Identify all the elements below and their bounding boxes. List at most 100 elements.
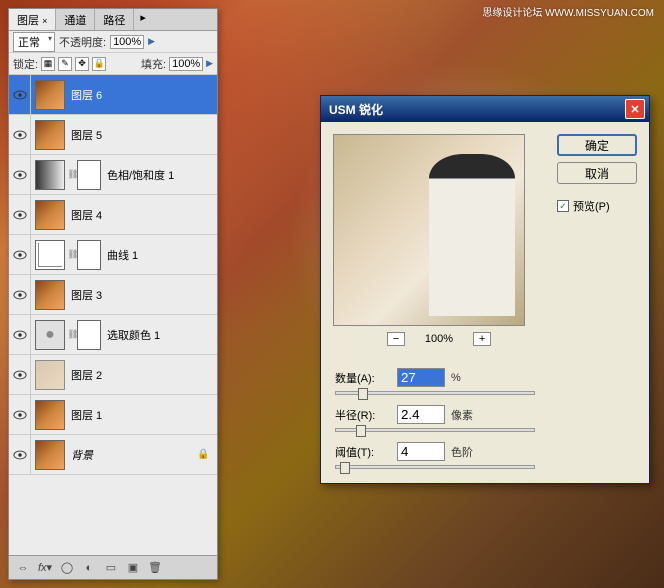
- layers-panel: 图层 × 通道 路径 ▸ 正常 不透明度: 100% ▶ 锁定: ▦ ✎ ✥ 🔒…: [8, 8, 218, 580]
- adjustment-layer-icon[interactable]: ◐: [81, 560, 97, 576]
- layer-thumbnail[interactable]: [35, 240, 65, 270]
- preview-image[interactable]: [333, 134, 525, 326]
- add-mask-icon[interactable]: ◯: [59, 560, 75, 576]
- layer-thumbnail[interactable]: [35, 160, 65, 190]
- new-group-icon[interactable]: ▭: [103, 560, 119, 576]
- link-layers-icon[interactable]: ⇔: [15, 560, 31, 576]
- visibility-toggle[interactable]: [9, 395, 31, 434]
- panel-tabs: 图层 × 通道 路径 ▸: [9, 9, 217, 31]
- layer-style-icon[interactable]: fx▾: [37, 560, 53, 576]
- opacity-input[interactable]: 100%: [110, 35, 144, 49]
- threshold-slider[interactable]: [335, 465, 535, 469]
- eye-icon: [13, 130, 27, 140]
- layer-thumbnail[interactable]: [35, 440, 65, 470]
- ok-button[interactable]: 确定: [557, 134, 637, 156]
- layer-name[interactable]: 图层 4: [69, 207, 217, 223]
- radius-slider[interactable]: [335, 428, 535, 432]
- layer-thumbnail[interactable]: [35, 400, 65, 430]
- visibility-toggle[interactable]: [9, 235, 31, 274]
- layer-name[interactable]: 曲线 1: [105, 247, 217, 263]
- opacity-flyout-icon[interactable]: ▶: [148, 36, 155, 47]
- lock-all-icon[interactable]: 🔒: [92, 57, 106, 71]
- visibility-toggle[interactable]: [9, 275, 31, 314]
- zoom-in-button[interactable]: +: [473, 332, 491, 346]
- layer-name[interactable]: 色相/饱和度 1: [105, 167, 217, 183]
- layer-row[interactable]: 图层 1: [9, 395, 217, 435]
- lock-transparency-icon[interactable]: ▦: [41, 57, 55, 71]
- mask-thumbnail[interactable]: [77, 320, 101, 350]
- cancel-button[interactable]: 取消: [557, 162, 637, 184]
- eye-icon: [13, 90, 27, 100]
- amount-label: 数量(A):: [335, 370, 391, 386]
- eye-icon: [13, 290, 27, 300]
- layer-row[interactable]: 图层 3: [9, 275, 217, 315]
- layer-row[interactable]: 图层 5: [9, 115, 217, 155]
- amount-slider[interactable]: [335, 391, 535, 395]
- blend-mode-dropdown[interactable]: 正常: [13, 32, 55, 52]
- watermark-text: 思缘设计论坛 WWW.MISSYUAN.COM: [482, 4, 654, 19]
- layer-thumbnail[interactable]: [35, 80, 65, 110]
- visibility-toggle[interactable]: [9, 315, 31, 354]
- visibility-toggle[interactable]: [9, 115, 31, 154]
- new-layer-icon[interactable]: ▣: [125, 560, 141, 576]
- panel-menu-icon[interactable]: ▸: [136, 9, 150, 30]
- tab-channels[interactable]: 通道: [56, 9, 95, 30]
- mask-link-icon[interactable]: ⛓: [69, 329, 77, 341]
- amount-input[interactable]: [397, 368, 445, 387]
- layer-name[interactable]: 图层 1: [69, 407, 217, 423]
- layer-row[interactable]: ⛓ 色相/饱和度 1: [9, 155, 217, 195]
- layer-row[interactable]: ⛓ 选取颜色 1: [9, 315, 217, 355]
- preview-label: 预览(P): [573, 198, 610, 214]
- eye-icon: [13, 370, 27, 380]
- layer-thumbnail[interactable]: [35, 120, 65, 150]
- fill-flyout-icon[interactable]: ▶: [206, 58, 213, 69]
- mask-thumbnail[interactable]: [77, 160, 101, 190]
- tab-layers[interactable]: 图层 ×: [9, 9, 56, 30]
- layer-name[interactable]: 图层 6: [69, 87, 217, 103]
- layer-name[interactable]: 选取颜色 1: [105, 327, 217, 343]
- radius-input[interactable]: [397, 405, 445, 424]
- layer-name[interactable]: 背景: [69, 447, 197, 463]
- visibility-toggle[interactable]: [9, 435, 31, 474]
- eye-icon: [13, 250, 27, 260]
- threshold-input[interactable]: [397, 442, 445, 461]
- delete-layer-icon[interactable]: 🗑: [147, 560, 163, 576]
- tab-paths[interactable]: 路径: [95, 9, 134, 30]
- close-icon[interactable]: ✕: [625, 99, 645, 119]
- lock-pixels-icon[interactable]: ✎: [58, 57, 72, 71]
- layer-name[interactable]: 图层 5: [69, 127, 217, 143]
- visibility-toggle[interactable]: [9, 155, 31, 194]
- layer-thumbnail[interactable]: [35, 320, 65, 350]
- layer-row[interactable]: 图层 2: [9, 355, 217, 395]
- preview-checkbox[interactable]: ✓: [557, 200, 569, 212]
- layer-row[interactable]: 图层 4: [9, 195, 217, 235]
- layer-thumbnail[interactable]: [35, 280, 65, 310]
- visibility-toggle[interactable]: [9, 75, 31, 114]
- blend-opacity-row: 正常 不透明度: 100% ▶: [9, 31, 217, 53]
- threshold-label: 阈值(T):: [335, 444, 391, 460]
- layer-name[interactable]: 图层 2: [69, 367, 217, 383]
- fill-label: 填充:: [141, 56, 166, 72]
- layer-row[interactable]: ⛓ 曲线 1: [9, 235, 217, 275]
- eye-icon: [13, 450, 27, 460]
- visibility-toggle[interactable]: [9, 355, 31, 394]
- layer-row[interactable]: 图层 6: [9, 75, 217, 115]
- dialog-titlebar[interactable]: USM 锐化 ✕: [321, 96, 649, 122]
- layer-list: 图层 6 图层 5 ⛓ 色相/饱和度 1 图层 4 ⛓ 曲线 1 图层 3 ⛓ 选取颜色 1 图层 …: [9, 75, 217, 553]
- lock-icon: 🔒: [197, 449, 211, 460]
- zoom-out-button[interactable]: −: [387, 332, 405, 346]
- dialog-title-text: USM 锐化: [329, 101, 383, 118]
- layer-thumbnail[interactable]: [35, 360, 65, 390]
- mask-thumbnail[interactable]: [77, 240, 101, 270]
- visibility-toggle[interactable]: [9, 195, 31, 234]
- panel-bottom-bar: ⇔ fx▾ ◯ ◐ ▭ ▣ 🗑: [9, 555, 217, 579]
- mask-link-icon[interactable]: ⛓: [69, 249, 77, 261]
- lock-label: 锁定:: [13, 56, 38, 72]
- layer-thumbnail[interactable]: [35, 200, 65, 230]
- mask-link-icon[interactable]: ⛓: [69, 169, 77, 181]
- layer-name[interactable]: 图层 3: [69, 287, 217, 303]
- layer-row[interactable]: 背景🔒: [9, 435, 217, 475]
- usm-sharpen-dialog: USM 锐化 ✕ − 100% + 确定 取消 ✓ 预览(P) 数量(A): %: [320, 95, 650, 484]
- fill-input[interactable]: 100%: [169, 57, 203, 71]
- lock-position-icon[interactable]: ✥: [75, 57, 89, 71]
